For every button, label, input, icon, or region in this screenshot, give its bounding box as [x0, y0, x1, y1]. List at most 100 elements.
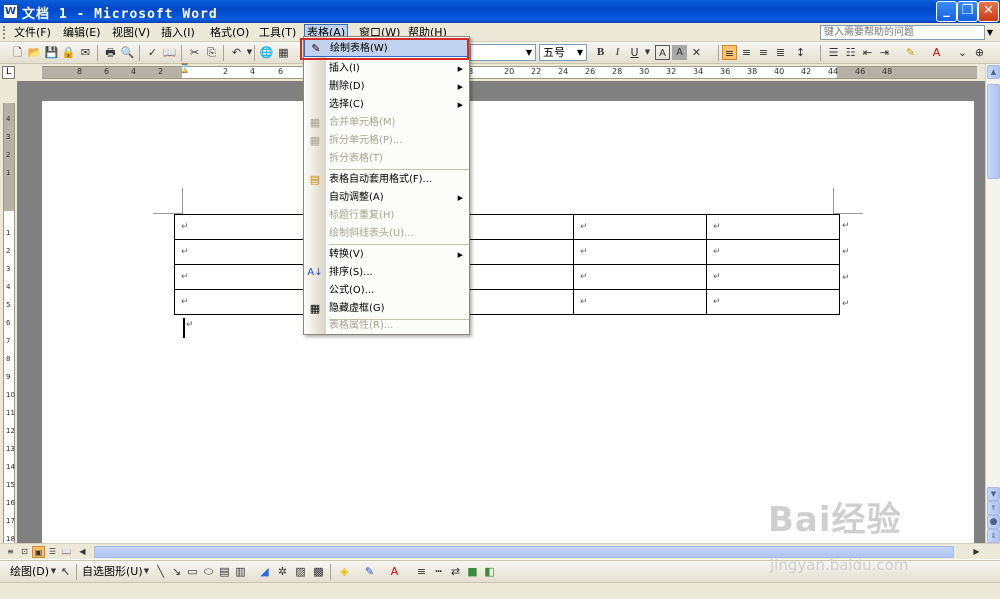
- permission-icon[interactable]: 🔒: [61, 45, 76, 60]
- indent-marker[interactable]: ⌛: [179, 65, 190, 74]
- line-icon[interactable]: ╲: [153, 564, 168, 579]
- scroll-down-icon[interactable]: ▼: [987, 487, 1000, 501]
- toolbar-options-icon[interactable]: ⌄: [955, 45, 970, 60]
- print-layout-icon[interactable]: ▣: [32, 546, 45, 558]
- print-preview-icon[interactable]: 🔍: [120, 45, 135, 60]
- table-cell[interactable]: ↵: [174, 289, 308, 315]
- next-page-icon[interactable]: ⇓: [987, 529, 1000, 543]
- font-name-combo[interactable]: ▼: [470, 44, 536, 61]
- menu-edit[interactable]: 编辑(E): [61, 25, 103, 40]
- menu-sort[interactable]: A↓ 排序(S)...: [304, 264, 469, 282]
- menu-insert-submenu[interactable]: 插入(I) ▶: [304, 60, 469, 78]
- chevron-down-icon[interactable]: ▼: [574, 45, 586, 60]
- numbering-icon[interactable]: ☰: [826, 45, 841, 60]
- menu-select-submenu[interactable]: 选择(C) ▶: [304, 96, 469, 114]
- vertical-scrollbar[interactable]: ▲ ▼ ⇑ ● ⇓: [985, 64, 1000, 543]
- 3d-style-icon[interactable]: ◧: [482, 564, 497, 579]
- chevron-down-icon[interactable]: ▼: [139, 564, 154, 579]
- table-cell[interactable]: ↵: [174, 239, 308, 265]
- open-folder-icon[interactable]: 📂: [27, 45, 42, 60]
- menu-split-table[interactable]: 拆分表格(T): [304, 150, 469, 168]
- menu-format[interactable]: 格式(O): [208, 25, 251, 40]
- line-spacing-icon[interactable]: ↕: [793, 45, 808, 60]
- minimize-button[interactable]: _: [936, 1, 957, 22]
- select-objects-icon[interactable]: ↖: [58, 564, 73, 579]
- clipart-icon[interactable]: ▨: [293, 564, 308, 579]
- oval-icon[interactable]: ⬭: [201, 564, 216, 579]
- new-document-icon[interactable]: 🗋: [10, 45, 25, 60]
- menu-table-properties[interactable]: 表格属性(R)...: [304, 317, 469, 335]
- font-color-icon[interactable]: A: [929, 45, 944, 60]
- outline-view-icon[interactable]: ☰: [46, 546, 59, 558]
- dash-style-icon[interactable]: ┅: [431, 564, 446, 579]
- line-color-icon[interactable]: ✎: [362, 564, 377, 579]
- textbox-icon[interactable]: ▤: [217, 564, 232, 579]
- cut-icon[interactable]: ✂: [187, 45, 202, 60]
- copy-icon[interactable]: ⎘: [204, 45, 219, 60]
- menu-delete-submenu[interactable]: 删除(D) ▶: [304, 78, 469, 96]
- chevron-down-icon[interactable]: ▼: [985, 25, 995, 40]
- scroll-up-icon[interactable]: ▲: [987, 65, 1000, 79]
- menu-draw-diagonal-header[interactable]: 绘制斜线表头(U)...: [304, 225, 469, 243]
- help-search-input[interactable]: 键入需要帮助的问题: [820, 25, 985, 40]
- bullets-icon[interactable]: ☷: [843, 45, 858, 60]
- decrease-indent-icon[interactable]: ⇤: [860, 45, 875, 60]
- shadow-style-icon[interactable]: ■: [465, 564, 480, 579]
- scroll-right-icon[interactable]: ▶: [970, 546, 983, 558]
- table-cell[interactable]: ↵: [706, 289, 840, 315]
- menu-file[interactable]: 文件(F): [12, 25, 53, 40]
- tab-selector-icon[interactable]: L: [2, 66, 15, 79]
- scroll-left-icon[interactable]: ◀: [76, 546, 89, 558]
- spelling-icon[interactable]: ✓: [145, 45, 160, 60]
- align-center-icon[interactable]: ≡: [739, 45, 754, 60]
- menubar-grip[interactable]: [3, 26, 6, 39]
- scroll-thumb[interactable]: [987, 84, 1000, 179]
- horizontal-ruler[interactable]: L 8 6 4 2 2 4 6 8 20 22 24 26 28 30 32 3…: [0, 64, 1000, 81]
- italic-icon[interactable]: I: [610, 45, 625, 60]
- picture-icon[interactable]: ▩: [311, 564, 326, 579]
- vertical-textbox-icon[interactable]: ▥: [233, 564, 248, 579]
- table-cell[interactable]: ↵: [573, 289, 707, 315]
- draw-menu-button[interactable]: 绘图(D): [8, 564, 51, 579]
- diagram-icon[interactable]: ✲: [275, 564, 290, 579]
- menu-hide-gridlines[interactable]: ▦ 隐藏虚框(G): [304, 300, 469, 318]
- menu-tools[interactable]: 工具(T): [257, 25, 298, 40]
- font-size-combo[interactable]: 五号 ▼: [539, 44, 587, 61]
- normal-view-icon[interactable]: ≡: [4, 546, 17, 558]
- maximize-button[interactable]: ❐: [957, 1, 978, 22]
- align-right-icon[interactable]: ≡: [756, 45, 771, 60]
- table-cell[interactable]: ↵: [573, 214, 707, 240]
- line-style-icon[interactable]: ≡: [414, 564, 429, 579]
- fill-color-icon[interactable]: ◈: [337, 564, 352, 579]
- vertical-ruler[interactable]: 4 3 2 1 1 2 3 4 5 6 7 8 9 10 11 12 13 14…: [0, 81, 17, 543]
- previous-page-icon[interactable]: ⇑: [987, 501, 1000, 515]
- menu-convert-submenu[interactable]: 转换(V) ▶: [304, 246, 469, 264]
- arrow-style-icon[interactable]: ⇄: [448, 564, 463, 579]
- word-doc-icon[interactable]: W: [3, 4, 18, 19]
- menu-view[interactable]: 视图(V): [110, 25, 152, 40]
- character-shading-icon[interactable]: A: [672, 45, 687, 60]
- menu-insert[interactable]: 插入(I): [159, 25, 197, 40]
- character-border-icon[interactable]: A: [655, 45, 670, 60]
- phonetic-guide-icon[interactable]: ⊕: [972, 45, 987, 60]
- chevron-down-icon[interactable]: ▼: [523, 45, 535, 60]
- table-cell[interactable]: ↵: [706, 239, 840, 265]
- rectangle-icon[interactable]: ▭: [185, 564, 200, 579]
- close-button[interactable]: ✕: [978, 1, 999, 22]
- arrow-icon[interactable]: ↘: [169, 564, 184, 579]
- hyperlink-icon[interactable]: 🌐: [259, 45, 274, 60]
- menu-autofit-submenu[interactable]: 自动调整(A) ▶: [304, 189, 469, 207]
- email-icon[interactable]: ✉: [78, 45, 93, 60]
- menu-merge-cells[interactable]: ▦ 合并单元格(M): [304, 114, 469, 132]
- increase-indent-icon[interactable]: ⇥: [877, 45, 892, 60]
- autoshapes-button[interactable]: 自选图形(U): [80, 564, 145, 579]
- research-icon[interactable]: 📖: [162, 45, 177, 60]
- align-left-icon[interactable]: ≡: [722, 45, 737, 60]
- bold-icon[interactable]: B: [593, 45, 608, 60]
- reading-view-icon[interactable]: 📖: [60, 546, 73, 558]
- browse-object-icon[interactable]: ●: [987, 515, 1000, 529]
- chevron-down-icon[interactable]: ▼: [640, 45, 655, 60]
- table-cell[interactable]: ↵: [573, 264, 707, 290]
- justify-icon[interactable]: ≣: [773, 45, 788, 60]
- table-cell[interactable]: ↵: [706, 264, 840, 290]
